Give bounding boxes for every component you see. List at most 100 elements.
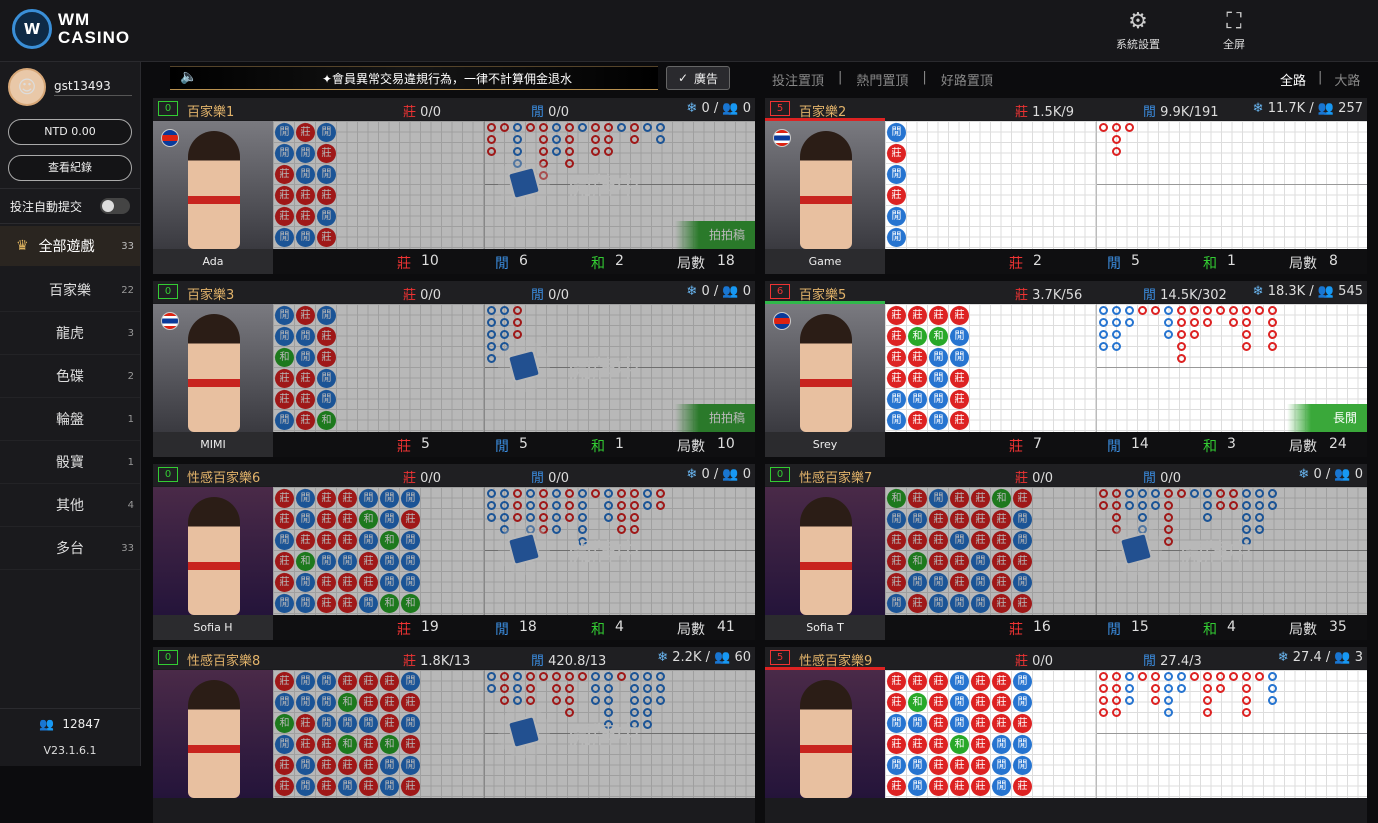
big-road-mark <box>1177 354 1186 363</box>
dealer-name: Sofia H <box>153 615 273 640</box>
big-road-mark <box>1125 696 1134 705</box>
banker-bets: 莊 0/0 <box>403 467 441 486</box>
bead-road: 和閒莊莊莊閒莊閒莊和閒莊閒莊莊莊閒閒莊莊閒莊莊閒莊莊莊閒閒閒和莊莊莊莊莊莊閒閒莊… <box>885 487 1097 615</box>
big-road-mark <box>487 123 496 132</box>
category-all[interactable]: ♛ 全部遊戲 33 <box>0 226 140 266</box>
big-road-mark <box>1203 696 1212 705</box>
big-road-mark <box>1099 123 1108 132</box>
summary-label: 和 <box>1203 622 1217 638</box>
summary-value: 1 <box>615 436 624 452</box>
big-road-mark <box>1268 342 1277 351</box>
table-stats: ❄ 18.3K / 👥 545 <box>1253 284 1363 299</box>
road-view-switch: 全路 | 大路 <box>1280 70 1361 89</box>
player-label: 閒 <box>531 471 545 486</box>
table-card[interactable]: 5 百家樂2 莊 1.5K/9 閒 9.9K/191 ❄ 11.7K / 👥 257 閒莊… <box>765 98 1367 274</box>
dealer-name: Srey <box>765 432 885 457</box>
big-road-mark <box>604 135 613 144</box>
big-road-mark <box>578 513 587 522</box>
bead-b: 莊 <box>887 672 906 691</box>
big-road-mark <box>500 489 509 498</box>
banker-label: 莊 <box>403 105 417 120</box>
dealer-name: Sofia T <box>765 615 885 640</box>
bead-b: 莊 <box>296 186 315 205</box>
history-button[interactable]: 查看紀錄 <box>8 155 132 181</box>
big-road-mark <box>1216 489 1225 498</box>
table-card[interactable]: 0 性感百家樂8 莊 1.8K/13 閒 420.8/13 ❄ 2.2K / 👥 60 莊… <box>153 647 755 823</box>
dealing-status: 開牌中 <box>498 340 640 392</box>
category-roulette[interactable]: 輪盤 1 <box>0 399 140 441</box>
bead-b: 莊 <box>887 735 906 754</box>
auto-submit-toggle[interactable] <box>100 198 130 214</box>
big-road <box>1097 670 1367 734</box>
category-sicbo[interactable]: 骰寶 1 <box>0 442 140 484</box>
filter-hot-top[interactable]: 熱門置頂 <box>856 70 908 89</box>
fullscreen-button[interactable]: ⛶ 全屏 <box>1204 8 1264 52</box>
stat-separator: / <box>1305 101 1318 116</box>
roadmap: 莊莊閒莊閒莊莊和閒莊閒閒莊莊莊莊莊莊閒閒閒和莊莊莊莊莊莊莊莊莊莊莊閒閒閒閒閒莊閒… <box>885 670 1367 798</box>
bead-b: 莊 <box>380 672 399 691</box>
bead-p: 閒 <box>380 573 399 592</box>
bead-p: 閒 <box>317 306 336 325</box>
logo-text-wm: WM <box>58 10 91 29</box>
summary-label: 和 <box>1203 439 1217 455</box>
big-road-mark <box>1112 672 1121 681</box>
chip-icon: ❄ <box>686 467 702 482</box>
big-road-mark <box>1125 306 1134 315</box>
view-big-road[interactable]: 大路 <box>1334 70 1360 89</box>
table-stats: ❄ 0 / 👥 0 <box>686 467 751 482</box>
bead-b: 莊 <box>950 369 969 388</box>
bead-b: 莊 <box>887 186 906 205</box>
table-card[interactable]: 0 性感百家樂6 莊 0/0 閒 0/0 ❄ 0 / 👥 0莊莊閒莊莊閒閒閒莊和閒閒莊莊… <box>153 464 755 640</box>
summary-value: 4 <box>615 619 624 635</box>
table-card[interactable]: 0 百家樂3 莊 0/0 閒 0/0 ❄ 0 / 👥 0閒閒和莊莊閒莊閒閒莊莊莊閒莊莊閒… <box>153 281 755 457</box>
summary-label: 閒 <box>1107 439 1121 455</box>
bead-b: 莊 <box>401 735 420 754</box>
bead-t: 和 <box>296 552 315 571</box>
big-road-mark <box>1268 672 1277 681</box>
category-baccarat[interactable]: 百家樂 22 <box>0 270 140 312</box>
avatar[interactable]: ☺ <box>8 68 46 106</box>
table-card[interactable]: 0 百家樂1 莊 0/0 閒 0/0 ❄ 0 / 👥 0閒閒莊莊莊閒莊閒閒莊莊閒閒莊閒莊… <box>153 98 755 274</box>
settings-button[interactable]: ⚙ 系統設置 <box>1108 8 1168 52</box>
bead-p: 閒 <box>401 531 420 550</box>
category-multi[interactable]: 多台 33 <box>0 528 140 570</box>
chip-icon: ❄ <box>657 650 673 665</box>
bead-t: 和 <box>908 693 927 712</box>
big-road-mark <box>1242 318 1251 327</box>
bead-b: 莊 <box>317 735 336 754</box>
big-road-mark <box>565 501 574 510</box>
bead-b: 莊 <box>929 672 948 691</box>
big-road-mark <box>513 672 522 681</box>
summary-value: 19 <box>421 619 439 635</box>
bead-p: 閒 <box>1013 672 1032 691</box>
bead-t: 和 <box>275 348 294 367</box>
player-label: 閒 <box>531 288 545 303</box>
big-road-mark <box>1216 684 1225 693</box>
filter-bet-top[interactable]: 投注置頂 <box>772 70 824 89</box>
filter-good-road-top[interactable]: 好路置頂 <box>941 70 993 89</box>
view-all-roads[interactable]: 全路 <box>1280 70 1306 89</box>
category-sedie[interactable]: 色碟 2 <box>0 356 140 398</box>
bead-p: 閒 <box>296 327 315 346</box>
table-card[interactable]: 0 性感百家樂7 莊 0/0 閒 0/0 ❄ 0 / 👥 0和閒莊莊莊閒莊閒莊和閒莊閒莊… <box>765 464 1367 640</box>
table-card[interactable]: 6 百家樂5 莊 3.7K/56 閒 14.5K/302 ❄ 18.3K / 👥 545… <box>765 281 1367 457</box>
big-road-mark <box>1268 696 1277 705</box>
bead-p: 閒 <box>887 123 906 142</box>
player-bet-value: 420.8/13 <box>544 654 607 669</box>
big-road-mark <box>487 501 496 510</box>
summary-value: 1 <box>1227 253 1236 269</box>
bead-b: 莊 <box>929 306 948 325</box>
category-other[interactable]: 其他 4 <box>0 485 140 527</box>
user-count: 0 <box>1354 467 1363 482</box>
speaker-icon: 🔈 <box>180 69 198 85</box>
category-dragon-tiger[interactable]: 龍虎 3 <box>0 313 140 355</box>
check-circle-icon: ✓ <box>677 71 689 85</box>
table-card[interactable]: 5 性感百家樂9 莊 0/0 閒 27.4/3 ❄ 27.4 / 👥 3莊莊閒莊閒莊莊和… <box>765 647 1367 823</box>
bead-t: 和 <box>908 327 927 346</box>
big-road-mark <box>513 501 522 510</box>
ad-button[interactable]: ✓ 廣告 <box>666 66 730 90</box>
big-road-mark <box>552 513 561 522</box>
dice-face <box>506 531 542 567</box>
bead-b: 莊 <box>971 714 990 733</box>
dealer-video <box>765 121 885 249</box>
